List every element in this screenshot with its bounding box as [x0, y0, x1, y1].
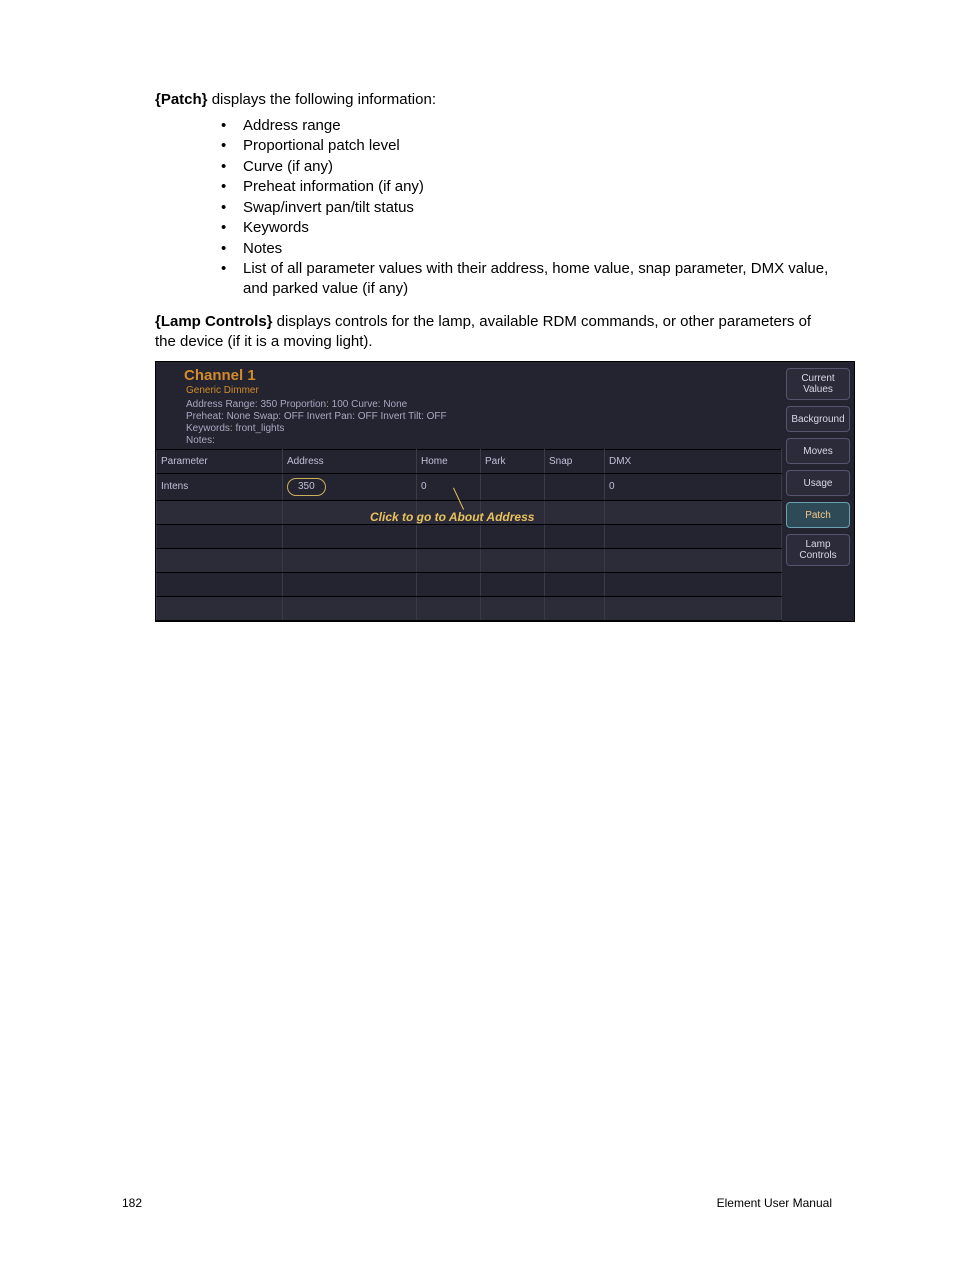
main-panel: Channel 1 Generic Dimmer Address Range: …: [156, 362, 782, 621]
page-number: 182: [122, 1196, 142, 1212]
bullet-item: Curve (if any): [215, 157, 832, 177]
parameter-table: Parameter Address Home Park Snap DMX Int…: [156, 449, 782, 621]
bullet-item: List of all parameter values with their …: [215, 259, 832, 298]
col-parameter: Parameter: [157, 449, 283, 473]
patch-bullet-list: Address range Proportional patch level C…: [155, 116, 832, 299]
tab-current-values[interactable]: Current Values: [786, 368, 850, 400]
cell-address[interactable]: 350: [283, 473, 417, 500]
col-park: Park: [481, 449, 545, 473]
channel-meta: Address Range: 350 Proportion: 100 Curve…: [184, 399, 754, 447]
table-row: [157, 596, 782, 620]
page-footer: 182 Element User Manual: [122, 1196, 832, 1212]
lamp-label: {Lamp Controls}: [155, 313, 273, 330]
table-header-row: Parameter Address Home Park Snap DMX: [157, 449, 782, 473]
patch-intro: {Patch} displays the following informati…: [155, 90, 832, 110]
col-home: Home: [417, 449, 481, 473]
table-row: Intens 350 0 0: [157, 473, 782, 500]
channel-header: Channel 1 Generic Dimmer Address Range: …: [156, 362, 782, 449]
patch-rest: displays the following information:: [208, 91, 436, 108]
tab-moves[interactable]: Moves: [786, 438, 850, 464]
bullet-item: Preheat information (if any): [215, 177, 832, 197]
tab-patch[interactable]: Patch: [786, 502, 850, 528]
tab-lamp-controls[interactable]: Lamp Controls: [786, 534, 850, 566]
col-dmx: DMX: [605, 449, 782, 473]
table-row: [157, 524, 782, 548]
manual-title: Element User Manual: [717, 1196, 832, 1212]
col-snap: Snap: [545, 449, 605, 473]
channel-subtitle: Generic Dimmer: [184, 384, 754, 397]
cell-home: 0: [417, 473, 481, 500]
lamp-intro: {Lamp Controls} displays controls for th…: [155, 312, 832, 351]
meta-line: Preheat: None Swap: OFF Invert Pan: OFF …: [186, 411, 752, 423]
patch-label: {Patch}: [155, 91, 208, 108]
cell-park: [481, 473, 545, 500]
bullet-item: Proportional patch level: [215, 136, 832, 156]
tab-background[interactable]: Background: [786, 406, 850, 432]
side-tabs: Current Values Background Moves Usage Pa…: [782, 362, 854, 621]
about-channel-window: Channel 1 Generic Dimmer Address Range: …: [155, 361, 855, 622]
bullet-item: Swap/invert pan/tilt status: [215, 198, 832, 218]
bullet-item: Notes: [215, 239, 832, 259]
meta-line: Keywords: front_lights: [186, 423, 752, 435]
cell-dmx: 0: [605, 473, 782, 500]
table-row: [157, 548, 782, 572]
callout-text: Click to go to About Address: [370, 510, 534, 526]
table-row: [157, 572, 782, 596]
meta-line: Notes:: [186, 435, 752, 447]
bullet-item: Address range: [215, 116, 832, 136]
meta-line: Address Range: 350 Proportion: 100 Curve…: [186, 399, 752, 411]
address-link[interactable]: 350: [287, 478, 326, 496]
col-address: Address: [283, 449, 417, 473]
cell-parameter: Intens: [157, 473, 283, 500]
bullet-item: Keywords: [215, 218, 832, 238]
tab-usage[interactable]: Usage: [786, 470, 850, 496]
cell-snap: [545, 473, 605, 500]
